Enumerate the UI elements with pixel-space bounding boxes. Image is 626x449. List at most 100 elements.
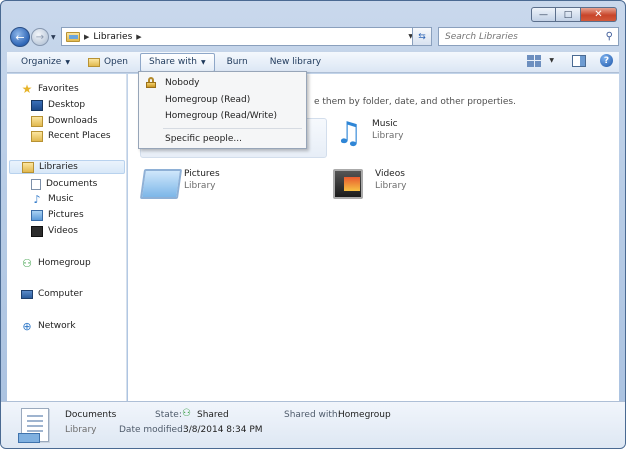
search-icon[interactable]: ⚲: [606, 31, 613, 42]
maximize-button[interactable]: □: [556, 7, 581, 22]
videos-icon: [31, 225, 43, 237]
recent-pages-dropdown-icon[interactable]: ▼: [51, 34, 56, 41]
details-state-value: Shared: [197, 410, 229, 420]
sidebar-item-computer[interactable]: Computer: [21, 287, 83, 301]
breadcrumb-libraries[interactable]: Libraries: [93, 32, 132, 42]
burn-button[interactable]: Burn: [219, 52, 256, 72]
search-box[interactable]: ⚲: [438, 27, 619, 46]
explorer-window: — □ ✕ ← → ▼ ▶ Libraries ▶ ▼ ⇆ ⚲ Organize…: [0, 0, 626, 449]
music-library-tile[interactable]: ♫ Music Library: [330, 119, 404, 149]
tile-type: Library: [372, 131, 404, 141]
sidebar-item-label: Pictures: [48, 210, 84, 220]
command-bar: Organize ▼ Open Share with ▼ Burn New li…: [7, 51, 619, 73]
videos-library-icon: [333, 169, 363, 199]
refresh-button[interactable]: ⇆: [412, 27, 432, 46]
sidebar-item-label: Documents: [46, 179, 98, 189]
details-name: Documents: [65, 410, 117, 420]
sidebar-item-music[interactable]: ♪ Music: [31, 192, 74, 206]
close-button[interactable]: ✕: [581, 7, 617, 22]
menu-item-label: Homegroup (Read): [165, 94, 251, 105]
tile-name: Music: [372, 119, 398, 129]
open-button[interactable]: Open: [80, 52, 136, 72]
breadcrumb-separator-icon[interactable]: ▶: [136, 33, 141, 41]
sidebar-item-pictures[interactable]: Pictures: [31, 208, 84, 222]
sidebar-item-label: Network: [38, 321, 76, 331]
sidebar-item-network[interactable]: ⊕ Network: [21, 319, 76, 333]
sidebar-item-libraries[interactable]: Libraries: [9, 160, 125, 174]
chevron-down-icon: ▼: [200, 58, 206, 66]
sidebar-item-label: Videos: [48, 226, 78, 236]
recent-places-icon: [31, 130, 43, 142]
back-arrow-icon: ←: [15, 30, 25, 44]
pictures-library-icon: [139, 169, 183, 199]
details-modified-value: 3/8/2014 8:34 PM: [183, 425, 263, 435]
downloads-folder-icon: [31, 115, 43, 127]
breadcrumb-separator-icon[interactable]: ▶: [84, 33, 89, 41]
open-label: Open: [103, 57, 128, 67]
shared-users-icon: ⚇: [182, 408, 191, 419]
new-library-button[interactable]: New library: [262, 52, 329, 72]
view-controls: ▼ ?: [527, 54, 613, 67]
library-hint-text: e them by folder, date, and other proper…: [314, 97, 516, 107]
details-shared-with-value: Homegroup: [338, 410, 391, 420]
details-pane: Documents Library State: ⚇ Shared Date m…: [1, 401, 625, 448]
computer-icon: [21, 289, 33, 299]
details-type: Library: [65, 425, 97, 435]
sidebar-item-homegroup[interactable]: ⚇ Homegroup: [21, 256, 91, 270]
sidebar-item-documents[interactable]: Documents: [31, 177, 97, 191]
sidebar-item-desktop[interactable]: Desktop: [31, 98, 85, 112]
caption-buttons: — □ ✕: [531, 7, 617, 22]
sidebar-item-videos[interactable]: Videos: [31, 224, 78, 238]
documents-library-large-icon: [18, 408, 49, 443]
navigation-pane[interactable]: ★ Favorites Desktop Downloads Recent Pla…: [7, 74, 127, 401]
minimize-button[interactable]: —: [531, 7, 556, 22]
sidebar-item-label: Computer: [38, 289, 83, 299]
sidebar-item-label: Libraries: [39, 162, 78, 172]
lock-icon: [146, 77, 156, 88]
pictures-icon: [31, 209, 43, 221]
details-state-label: State:: [155, 410, 182, 420]
menu-item-specific-people[interactable]: Specific people...: [141, 131, 304, 146]
menu-item-label: Nobody: [165, 77, 200, 88]
menu-item-label: Specific people...: [165, 133, 242, 144]
organize-label: Organize: [21, 57, 62, 67]
libraries-folder-icon: [66, 31, 80, 42]
search-input[interactable]: [445, 31, 595, 42]
star-icon: ★: [21, 82, 33, 96]
pictures-library-tile[interactable]: Pictures Library: [139, 169, 220, 199]
preview-pane-icon[interactable]: [572, 54, 586, 67]
sidebar-item-recent-places[interactable]: Recent Places: [31, 129, 111, 143]
details-modified-label: Date modified:: [119, 425, 186, 435]
menu-item-homegroup-read-write[interactable]: Homegroup (Read/Write): [141, 108, 304, 123]
documents-icon: [31, 178, 41, 190]
change-view-icon[interactable]: [527, 54, 542, 67]
libraries-icon: [22, 161, 34, 173]
share-with-button[interactable]: Share with ▼: [140, 52, 215, 72]
music-note-icon: ♪: [33, 192, 41, 206]
organize-button[interactable]: Organize ▼: [13, 52, 78, 72]
sidebar-item-downloads[interactable]: Downloads: [31, 114, 97, 128]
menu-item-nobody[interactable]: Nobody: [141, 75, 304, 90]
share-with-label: Share with: [149, 57, 197, 67]
homegroup-icon: ⚇: [22, 256, 32, 270]
open-folder-icon: [87, 57, 100, 67]
forward-button[interactable]: →: [31, 28, 49, 46]
videos-library-tile[interactable]: Videos Library: [333, 169, 406, 199]
forward-arrow-icon: →: [35, 31, 45, 43]
details-shared-with-label: Shared with:: [284, 410, 341, 420]
menu-item-homegroup-read[interactable]: Homegroup (Read): [141, 92, 304, 107]
tile-name: Pictures: [184, 169, 220, 179]
burn-label: Burn: [226, 57, 248, 67]
refresh-icon: ⇆: [418, 31, 426, 42]
sidebar-item-label: Homegroup: [38, 258, 91, 268]
view-options-dropdown-icon[interactable]: ▼: [549, 57, 554, 64]
tile-type: Library: [184, 181, 216, 191]
help-icon[interactable]: ?: [600, 54, 613, 67]
menu-separator: [163, 128, 302, 129]
back-button[interactable]: ←: [10, 27, 30, 47]
sidebar-item-favorites[interactable]: ★ Favorites: [21, 82, 79, 96]
address-bar[interactable]: ▶ Libraries ▶ ▼ ⇆: [61, 27, 432, 46]
tile-name: Videos: [375, 169, 405, 179]
new-library-label: New library: [269, 57, 322, 67]
sidebar-item-label: Music: [48, 194, 74, 204]
